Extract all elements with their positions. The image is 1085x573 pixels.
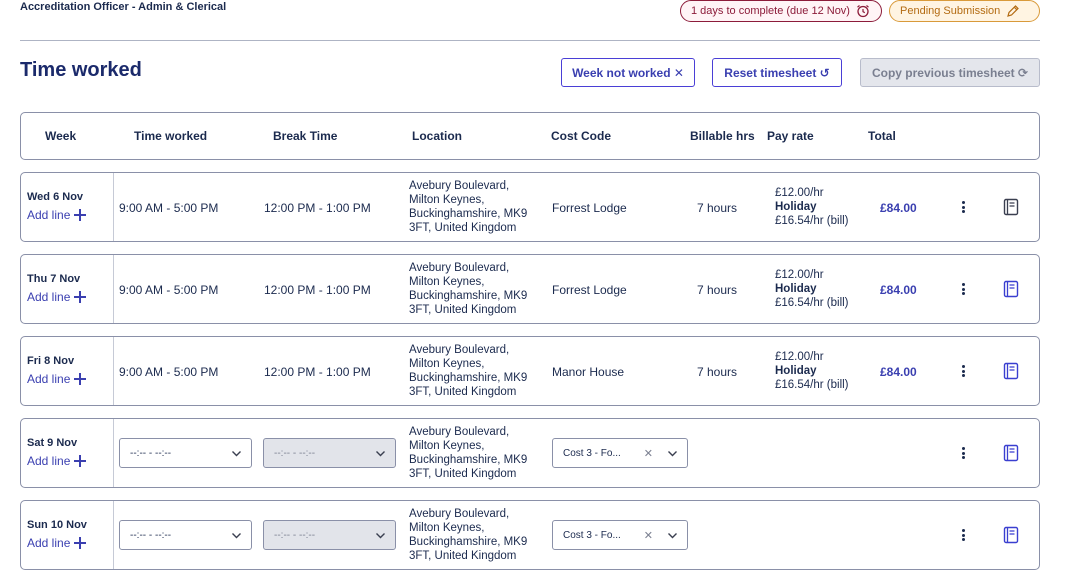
notes-book-icon[interactable] (1003, 444, 1019, 462)
time-worked-select[interactable]: --:-- - --:-- (119, 438, 252, 468)
pencil-icon (1007, 5, 1020, 17)
add-line-button[interactable]: Add line (27, 208, 87, 222)
location-value: Avebury Boulevard, Milton Keynes, Buckingh… (409, 180, 528, 234)
break-time-select[interactable]: --:-- - --:-- (263, 438, 396, 468)
page-title: Time worked (20, 59, 142, 81)
chevron-down-icon (376, 533, 385, 539)
break-time-value: 12:00 PM - 1:00 PM (264, 365, 371, 379)
table-row: Fri 8 Nov Add line 9:00 AM - 5:00 PM 12:… (20, 336, 1040, 406)
day-label: Sat 9 Nov (27, 437, 78, 449)
time-worked-value: 9:00 AM - 5:00 PM (119, 283, 219, 297)
pay-rate-value: £12.00/hr Holiday £16.54/hr (bill) (775, 187, 849, 227)
cost-code-value: Manor House (552, 365, 625, 379)
plus-icon (74, 291, 87, 303)
total-value: £84.00 (880, 201, 917, 215)
alarm-clock-icon (857, 5, 869, 18)
chevron-down-icon (232, 451, 241, 457)
add-line-button[interactable]: Add line (27, 536, 87, 550)
break-time-value: 12:00 PM - 1:00 PM (264, 283, 371, 297)
day-label: Fri 8 Nov (27, 355, 75, 367)
header-divider (20, 40, 1040, 41)
time-worked-value: 9:00 AM - 5:00 PM (119, 201, 219, 215)
more-options-icon[interactable] (961, 365, 965, 377)
column-cost-code: Cost Code (551, 129, 611, 143)
cost-code-select[interactable]: Cost 3 - Fo... ✕ (552, 520, 688, 550)
location-value: Avebury Boulevard, Milton Keynes, Buckingh… (409, 426, 528, 480)
table-row: Sun 10 Nov Add line --:-- - --:-- --:-- … (20, 500, 1040, 570)
plus-icon (74, 209, 87, 221)
chevron-down-icon (668, 533, 677, 539)
clear-icon[interactable]: ✕ (644, 447, 653, 460)
more-options-icon[interactable] (961, 447, 965, 459)
billable-hours-value: 7 hours (697, 201, 738, 215)
column-week: Week (45, 129, 77, 143)
column-total: Total (868, 129, 896, 143)
column-pay-rate: Pay rate (767, 129, 814, 143)
days-to-complete-badge: 1 days to complete (due 12 Nov) (680, 0, 882, 22)
table-header: Week Time worked Break Time Location Cos… (20, 112, 1040, 160)
day-label: Sun 10 Nov (27, 519, 87, 531)
plus-icon (74, 455, 87, 467)
plus-icon (74, 537, 87, 549)
location-value: Avebury Boulevard, Milton Keynes, Buckingh… (409, 262, 528, 316)
table-row: Sat 9 Nov Add line --:-- - --:-- --:-- -… (20, 418, 1040, 488)
time-worked-value: 9:00 AM - 5:00 PM (119, 365, 219, 379)
notes-book-icon[interactable] (1003, 526, 1019, 544)
billable-hours-value: 7 hours (697, 365, 738, 379)
break-time-select[interactable]: --:-- - --:-- (263, 520, 396, 550)
status-badge: Pending Submission (889, 0, 1040, 22)
reset-timesheet-button[interactable]: Reset timesheet ↺ (712, 58, 842, 87)
break-time-value: 12:00 PM - 1:00 PM (264, 201, 371, 215)
add-line-button[interactable]: Add line (27, 290, 87, 304)
notes-book-icon[interactable] (1003, 362, 1019, 380)
cost-code-value: Forrest Lodge (552, 283, 627, 297)
add-line-button[interactable]: Add line (27, 372, 87, 386)
chevron-down-icon (668, 451, 677, 457)
column-location: Location (412, 129, 462, 143)
day-label: Thu 7 Nov (27, 273, 81, 285)
total-value: £84.00 (880, 283, 917, 297)
days-to-complete-text: 1 days to complete (due 12 Nov) (691, 5, 850, 17)
column-billable-hrs: Billable hrs (690, 129, 755, 143)
copy-previous-timesheet-button[interactable]: Copy previous timesheet ⟳ (860, 58, 1040, 87)
clear-icon[interactable]: ✕ (644, 529, 653, 542)
more-options-icon[interactable] (961, 201, 965, 213)
status-text: Pending Submission (900, 5, 1001, 17)
total-value: £84.00 (880, 365, 917, 379)
pay-rate-value: £12.00/hr Holiday £16.54/hr (bill) (775, 351, 849, 391)
table-row: Thu 7 Nov Add line 9:00 AM - 5:00 PM 12:… (20, 254, 1040, 324)
cost-code-value: Forrest Lodge (552, 201, 627, 215)
time-worked-select[interactable]: --:-- - --:-- (119, 520, 252, 550)
cost-code-select[interactable]: Cost 3 - Fo... ✕ (552, 438, 688, 468)
day-label: Wed 6 Nov (27, 191, 84, 203)
location-value: Avebury Boulevard, Milton Keynes, Buckingh… (409, 344, 528, 398)
column-break-time: Break Time (273, 129, 338, 143)
column-time-worked: Time worked (134, 129, 208, 143)
chevron-down-icon (376, 451, 385, 457)
billable-hours-value: 7 hours (697, 283, 738, 297)
plus-icon (74, 373, 87, 385)
add-line-button[interactable]: Add line (27, 454, 87, 468)
notes-book-icon[interactable] (1003, 198, 1019, 216)
table-row: Wed 6 Nov Add line 9:00 AM - 5:00 PM 12:… (20, 172, 1040, 242)
chevron-down-icon (232, 533, 241, 539)
job-title: Accreditation Officer - Admin & Clerical (20, 1, 227, 13)
notes-book-icon[interactable] (1003, 280, 1019, 298)
more-options-icon[interactable] (961, 283, 965, 295)
week-not-worked-button[interactable]: Week not worked ✕ (561, 58, 695, 87)
location-value: Avebury Boulevard, Milton Keynes, Buckingh… (409, 508, 528, 562)
pay-rate-value: £12.00/hr Holiday £16.54/hr (bill) (775, 269, 849, 309)
more-options-icon[interactable] (961, 529, 965, 541)
